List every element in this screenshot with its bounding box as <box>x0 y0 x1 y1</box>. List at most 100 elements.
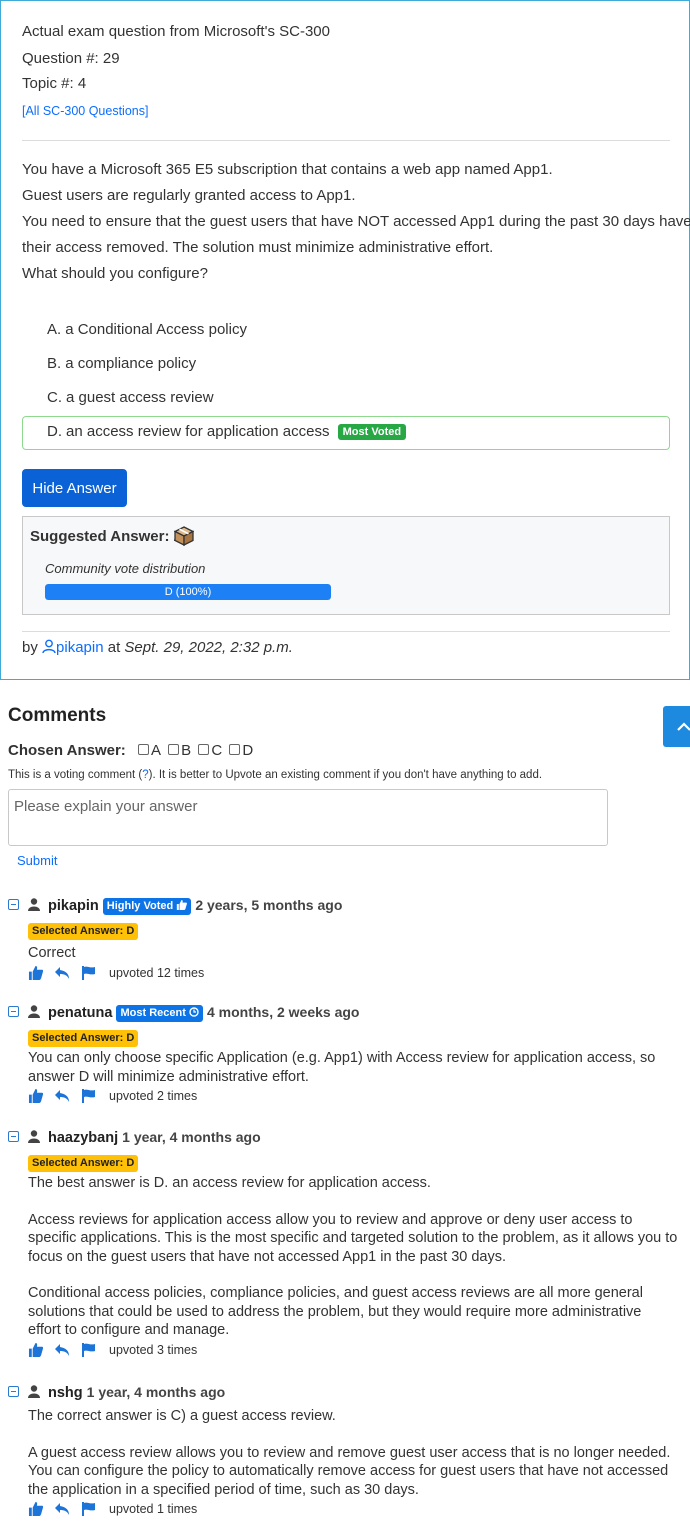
question-line: You need to ensure that the guest users … <box>22 213 690 230</box>
vote-distribution-bar: D (100%) <box>45 584 331 600</box>
chosen-answer-label: Chosen Answer: <box>8 742 126 759</box>
thumbs-up-icon[interactable] <box>28 1502 43 1516</box>
selected-answer-badge: Selected Answer: D <box>28 1030 139 1047</box>
submit-link[interactable]: Submit <box>17 853 57 868</box>
comment-text: Correct <box>28 945 76 961</box>
question-line: You have a Microsoft 365 E5 subscription… <box>22 161 553 178</box>
comment-actions: upvoted 12 times <box>28 963 678 983</box>
upvote-count: upvoted 1 times <box>109 1502 198 1516</box>
collapse-icon[interactable] <box>8 899 19 910</box>
author-name: pikapin <box>56 639 104 656</box>
choice-b[interactable]: B. a compliance policy <box>22 348 670 382</box>
by-label: by <box>22 639 38 656</box>
flag-icon[interactable] <box>81 965 97 980</box>
person-icon <box>28 898 40 911</box>
scroll-to-top-button[interactable] <box>663 706 690 747</box>
upvote-count: upvoted 3 times <box>109 1342 198 1357</box>
question-line: their access removed. The solution must … <box>22 239 494 256</box>
upvote-count: upvoted 2 times <box>109 1089 198 1103</box>
option-c-checkbox[interactable]: C <box>198 742 222 759</box>
at-label: at <box>107 639 121 656</box>
comment-text: The best answer is D. an access review f… <box>28 1175 678 1338</box>
choice-letter: A. <box>47 321 62 338</box>
community-vote-label: Community vote distribution <box>45 561 206 576</box>
option-a-checkbox[interactable]: A <box>137 742 161 759</box>
thumbs-up-icon <box>177 900 188 910</box>
upvote-count: upvoted 12 times <box>109 965 205 980</box>
person-icon <box>28 1005 40 1018</box>
collapse-icon[interactable] <box>8 1386 19 1397</box>
comment-age: 1 year, 4 months ago <box>122 1129 261 1145</box>
post-date: Sept. 29, 2022, 2:32 p.m. <box>124 639 293 656</box>
thumbs-up-icon[interactable] <box>28 965 43 980</box>
divider <box>22 140 670 141</box>
comment-actions: upvoted 3 times <box>28 1340 678 1360</box>
vote-bar-d: D (100%) <box>45 584 331 600</box>
question-line: What should you configure? <box>22 265 208 282</box>
reply-icon[interactable] <box>54 1343 70 1357</box>
reply-icon[interactable] <box>54 1502 70 1516</box>
author-line: by pikapin at Sept. 29, 2022, 2:32 p.m. <box>22 639 293 656</box>
flag-icon[interactable] <box>81 1502 97 1516</box>
collapse-icon[interactable] <box>8 1131 19 1142</box>
choice-letter: D. <box>47 423 62 440</box>
comment: pikapin Highly Voted 2 years, 5 months a… <box>8 897 678 983</box>
exam-title: Actual exam question from Microsoft's SC… <box>22 23 330 40</box>
thumbs-up-icon[interactable] <box>28 1089 43 1103</box>
comment-actions: upvoted 2 times <box>28 1086 678 1106</box>
author-link[interactable]: pikapin <box>42 639 104 656</box>
clock-icon <box>189 1007 199 1017</box>
selected-answer-badge: Selected Answer: D <box>28 1155 139 1172</box>
collapse-icon[interactable] <box>8 1006 19 1017</box>
choice-d[interactable]: D. an access review for application acces… <box>22 416 670 450</box>
choice-letter: C. <box>47 389 62 406</box>
highly-voted-badge: Highly Voted <box>102 898 192 915</box>
comment: penatuna Most Recent 4 months, 2 weeks a… <box>8 1004 678 1106</box>
reply-icon[interactable] <box>54 1089 70 1103</box>
voting-note: This is a voting comment (?). It is bett… <box>8 769 543 781</box>
question-line: Guest users are regularly granted access… <box>22 187 356 204</box>
comment-age: 4 months, 2 weeks ago <box>206 1004 360 1020</box>
choice-text: a guest access review <box>66 389 214 406</box>
most-recent-badge: Most Recent <box>116 1005 203 1022</box>
comment: haazybanj 1 year, 4 months ago Selected … <box>8 1129 678 1360</box>
divider <box>22 631 670 632</box>
thumbs-up-icon[interactable] <box>28 1342 43 1357</box>
choice-text: a Conditional Access policy <box>65 321 247 338</box>
question-card: Actual exam question from Microsoft's SC… <box>0 0 690 680</box>
chevron-up-icon <box>677 722 690 731</box>
person-icon <box>28 1130 40 1143</box>
user-outline-icon <box>42 639 56 654</box>
comments-title: Comments <box>8 705 107 726</box>
choice-a[interactable]: A. a Conditional Access policy <box>22 314 670 348</box>
comment-text: You can only choose specific Application… <box>28 1050 656 1085</box>
option-b-checkbox[interactable]: B <box>168 742 191 759</box>
option-d-checkbox[interactable]: D <box>229 742 253 759</box>
comment-user[interactable]: pikapin <box>48 898 99 914</box>
flag-icon[interactable] <box>81 1089 97 1103</box>
choice-c[interactable]: C. a guest access review <box>22 382 670 416</box>
selected-answer-badge: Selected Answer: D <box>28 923 139 940</box>
comment-actions: upvoted 1 times <box>28 1499 678 1519</box>
comment-age: 2 years, 5 months ago <box>195 897 343 913</box>
most-voted-badge: Most Voted <box>337 424 407 440</box>
comment: nshg 1 year, 4 months ago The correct an… <box>8 1384 678 1519</box>
reply-icon[interactable] <box>54 966 70 980</box>
suggested-answer-box: Suggested Answer:D Community vote distri… <box>22 516 670 615</box>
comment-text: The correct answer is C) a guest access … <box>28 1408 671 1498</box>
choice-letter: B. <box>47 355 62 372</box>
choice-text: an access review for application access <box>66 423 330 440</box>
comment-user[interactable]: haazybanj <box>48 1130 118 1146</box>
suggested-answer: Suggested Answer:D <box>30 528 184 545</box>
comment-age: 1 year, 4 months ago <box>86 1384 226 1400</box>
question-number: Question #: 29 <box>22 50 120 67</box>
chosen-answer-row: Chosen Answer: A B C D <box>8 742 256 759</box>
topic-number: Topic #: 4 <box>22 75 87 92</box>
comment-user[interactable]: nshg <box>48 1385 83 1401</box>
comment-user[interactable]: penatuna <box>48 1005 112 1021</box>
hide-answer-button[interactable]: Hide Answer <box>22 469 127 507</box>
package-icon[interactable] <box>173 526 195 551</box>
all-questions-link[interactable]: [All SC-300 Questions] <box>22 104 148 118</box>
comment-input[interactable] <box>8 789 608 846</box>
flag-icon[interactable] <box>81 1342 97 1357</box>
